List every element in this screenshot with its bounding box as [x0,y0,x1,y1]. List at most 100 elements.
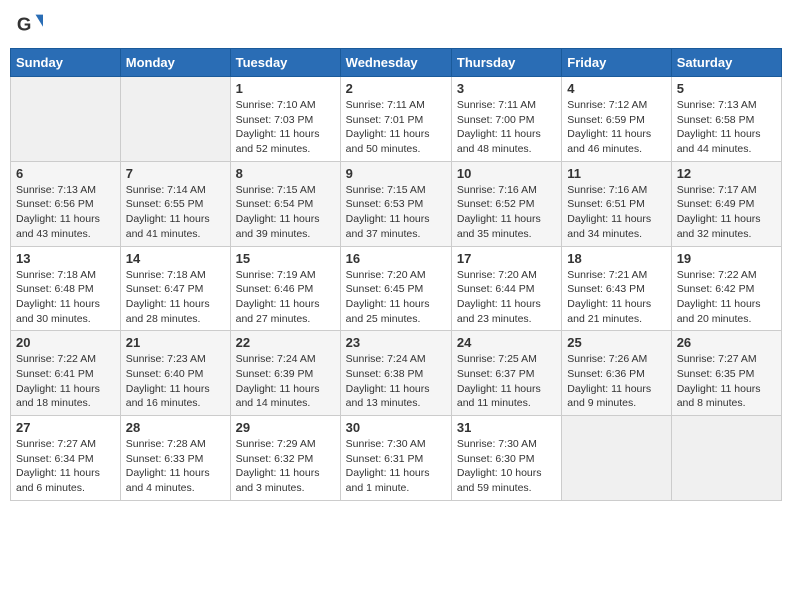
day-number: 31 [457,420,556,435]
day-info: Sunrise: 7:12 AM Sunset: 6:59 PM Dayligh… [567,98,665,157]
calendar-cell: 26 Sunrise: 7:27 AM Sunset: 6:35 PM Dayli… [671,331,781,416]
calendar-week-5: 27Sunrise: 7:27 AM Sunset: 6:34 PM Dayli… [11,416,782,501]
calendar-cell: 16 Sunrise: 7:20 AM Sunset: 6:45 PM Dayli… [340,246,451,331]
day-number: 7 [126,166,225,181]
day-number: 25 [567,335,665,350]
day-info: Sunrise: 7:29 AM Sunset: 6:32 PM Dayligh… [236,437,335,496]
day-info: Sunrise: 7:21 AM Sunset: 6:43 PM Dayligh… [567,268,665,327]
day-info: Sunrise: 7:15 AM Sunset: 6:54 PM Dayligh… [236,183,335,242]
day-number: 6 [16,166,115,181]
day-info: Sunrise: 7:11 AM Sunset: 7:01 PM Dayligh… [346,98,446,157]
day-number: 3 [457,81,556,96]
calendar-cell: 30 Sunrise: 7:30 AM Sunset: 6:31 PM Dayli… [340,416,451,501]
calendar-cell: 8 Sunrise: 7:15 AM Sunset: 6:54 PM Daylig… [230,161,340,246]
day-number: 30 [346,420,446,435]
day-number: 18 [567,251,665,266]
day-number: 23 [346,335,446,350]
calendar-header-friday: Friday [562,49,671,77]
calendar-cell [120,77,230,162]
calendar-cell: 20Sunrise: 7:22 AM Sunset: 6:41 PM Dayli… [11,331,121,416]
calendar-cell: 19Sunrise: 7:22 AM Sunset: 6:42 PM Dayli… [671,246,781,331]
day-number: 14 [126,251,225,266]
day-info: Sunrise: 7:27 AM Sunset: 6:35 PM Dayligh… [677,352,776,411]
day-info: Sunrise: 7:25 AM Sunset: 6:37 PM Dayligh… [457,352,556,411]
day-number: 4 [567,81,665,96]
day-info: Sunrise: 7:15 AM Sunset: 6:53 PM Dayligh… [346,183,446,242]
day-number: 13 [16,251,115,266]
day-number: 12 [677,166,776,181]
calendar-cell: 27Sunrise: 7:27 AM Sunset: 6:34 PM Dayli… [11,416,121,501]
day-number: 27 [16,420,115,435]
calendar-header-sunday: Sunday [11,49,121,77]
day-number: 16 [346,251,446,266]
day-info: Sunrise: 7:30 AM Sunset: 6:31 PM Dayligh… [346,437,446,496]
day-number: 29 [236,420,335,435]
day-info: Sunrise: 7:18 AM Sunset: 6:48 PM Dayligh… [16,268,115,327]
day-info: Sunrise: 7:26 AM Sunset: 6:36 PM Dayligh… [567,352,665,411]
calendar-cell: 15 Sunrise: 7:19 AM Sunset: 6:46 PM Dayli… [230,246,340,331]
calendar-header-row: SundayMondayTuesdayWednesdayThursdayFrid… [11,49,782,77]
calendar-cell: 2 Sunrise: 7:11 AM Sunset: 7:01 PM Daylig… [340,77,451,162]
calendar-cell: 10 Sunrise: 7:16 AM Sunset: 6:52 PM Dayli… [451,161,561,246]
calendar-cell: 12 Sunrise: 7:17 AM Sunset: 6:49 PM Dayli… [671,161,781,246]
day-info: Sunrise: 7:20 AM Sunset: 6:44 PM Dayligh… [457,268,556,327]
calendar-week-4: 20Sunrise: 7:22 AM Sunset: 6:41 PM Dayli… [11,331,782,416]
calendar-cell: 4 Sunrise: 7:12 AM Sunset: 6:59 PM Daylig… [562,77,671,162]
page-header: G [10,10,782,38]
day-number: 15 [236,251,335,266]
day-number: 20 [16,335,115,350]
day-info: Sunrise: 7:19 AM Sunset: 6:46 PM Dayligh… [236,268,335,327]
calendar-cell [11,77,121,162]
calendar-cell: 22Sunrise: 7:24 AM Sunset: 6:39 PM Dayli… [230,331,340,416]
day-number: 10 [457,166,556,181]
calendar-cell: 7 Sunrise: 7:14 AM Sunset: 6:55 PM Daylig… [120,161,230,246]
calendar-cell: 3Sunrise: 7:11 AM Sunset: 7:00 PM Daylig… [451,77,561,162]
day-info: Sunrise: 7:16 AM Sunset: 6:51 PM Dayligh… [567,183,665,242]
day-number: 17 [457,251,556,266]
calendar-cell: 25 Sunrise: 7:26 AM Sunset: 6:36 PM Dayli… [562,331,671,416]
calendar-header-saturday: Saturday [671,49,781,77]
day-number: 24 [457,335,556,350]
calendar-cell [671,416,781,501]
calendar-table: SundayMondayTuesdayWednesdayThursdayFrid… [10,48,782,501]
day-number: 5 [677,81,776,96]
calendar-cell: 6 Sunrise: 7:13 AM Sunset: 6:56 PM Daylig… [11,161,121,246]
calendar-cell: 5 Sunrise: 7:13 AM Sunset: 6:58 PM Daylig… [671,77,781,162]
logo: G [15,10,47,38]
day-number: 26 [677,335,776,350]
day-number: 2 [346,81,446,96]
calendar-body: 1Sunrise: 7:10 AM Sunset: 7:03 PM Daylig… [11,77,782,501]
calendar-cell: 31Sunrise: 7:30 AM Sunset: 6:30 PM Dayli… [451,416,561,501]
day-info: Sunrise: 7:10 AM Sunset: 7:03 PM Dayligh… [236,98,335,157]
day-info: Sunrise: 7:14 AM Sunset: 6:55 PM Dayligh… [126,183,225,242]
calendar-cell: 18 Sunrise: 7:21 AM Sunset: 6:43 PM Dayli… [562,246,671,331]
day-info: Sunrise: 7:18 AM Sunset: 6:47 PM Dayligh… [126,268,225,327]
day-info: Sunrise: 7:28 AM Sunset: 6:33 PM Dayligh… [126,437,225,496]
calendar-cell: 24 Sunrise: 7:25 AM Sunset: 6:37 PM Dayli… [451,331,561,416]
calendar-cell: 11Sunrise: 7:16 AM Sunset: 6:51 PM Dayli… [562,161,671,246]
day-info: Sunrise: 7:20 AM Sunset: 6:45 PM Dayligh… [346,268,446,327]
calendar-week-1: 1Sunrise: 7:10 AM Sunset: 7:03 PM Daylig… [11,77,782,162]
calendar-cell: 14 Sunrise: 7:18 AM Sunset: 6:47 PM Dayli… [120,246,230,331]
day-info: Sunrise: 7:17 AM Sunset: 6:49 PM Dayligh… [677,183,776,242]
day-info: Sunrise: 7:22 AM Sunset: 6:42 PM Dayligh… [677,268,776,327]
day-number: 9 [346,166,446,181]
calendar-header-tuesday: Tuesday [230,49,340,77]
calendar-cell: 29 Sunrise: 7:29 AM Sunset: 6:32 PM Dayli… [230,416,340,501]
day-info: Sunrise: 7:16 AM Sunset: 6:52 PM Dayligh… [457,183,556,242]
calendar-cell [562,416,671,501]
day-info: Sunrise: 7:13 AM Sunset: 6:56 PM Dayligh… [16,183,115,242]
calendar-cell: 17 Sunrise: 7:20 AM Sunset: 6:44 PM Dayli… [451,246,561,331]
calendar-header-monday: Monday [120,49,230,77]
calendar-cell: 1Sunrise: 7:10 AM Sunset: 7:03 PM Daylig… [230,77,340,162]
day-info: Sunrise: 7:24 AM Sunset: 6:38 PM Dayligh… [346,352,446,411]
logo-icon: G [15,10,43,38]
day-number: 28 [126,420,225,435]
calendar-cell: 23 Sunrise: 7:24 AM Sunset: 6:38 PM Dayli… [340,331,451,416]
day-number: 8 [236,166,335,181]
calendar-cell: 9 Sunrise: 7:15 AM Sunset: 6:53 PM Daylig… [340,161,451,246]
calendar-header-wednesday: Wednesday [340,49,451,77]
calendar-cell: 13 Sunrise: 7:18 AM Sunset: 6:48 PM Dayli… [11,246,121,331]
calendar-header-thursday: Thursday [451,49,561,77]
day-info: Sunrise: 7:13 AM Sunset: 6:58 PM Dayligh… [677,98,776,157]
